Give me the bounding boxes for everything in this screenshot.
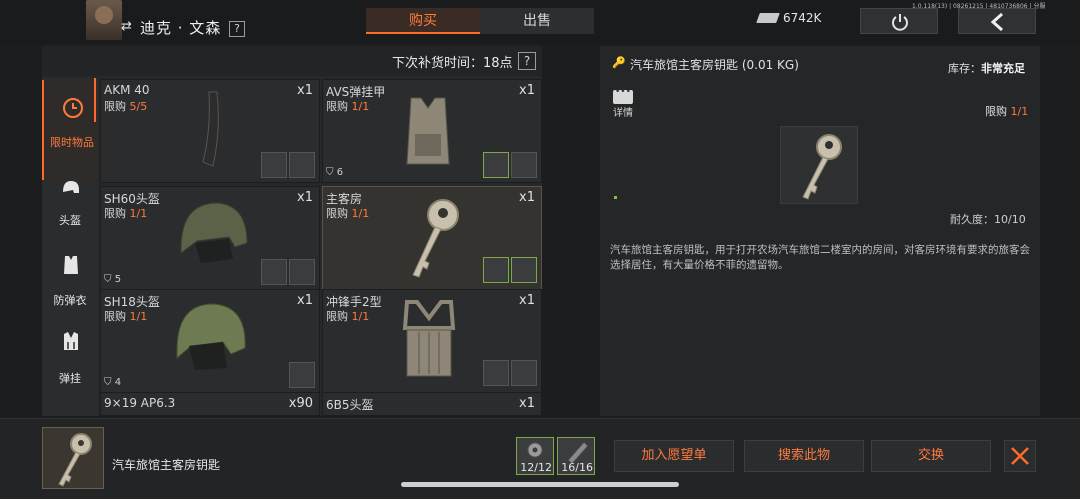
- required-item-slot[interactable]: [511, 257, 537, 283]
- armor-level: ⛉ 5: [104, 274, 122, 285]
- shop-item-sh60-helmet[interactable]: SH60头盔 限购 1/1 x1 ⛉ 5: [100, 186, 320, 290]
- category-scroll-indicator: [94, 78, 96, 122]
- durability: 耐久度：10/10: [950, 213, 1026, 226]
- item-quantity: x1: [297, 293, 313, 308]
- key-icon: 🔑: [612, 56, 626, 69]
- required-item-slot[interactable]: [289, 362, 315, 388]
- cost-item-slot[interactable]: 12/12: [516, 437, 554, 475]
- category-rig[interactable]: 弹挂: [42, 330, 98, 386]
- money-icon: [756, 13, 780, 23]
- item-name: 9×19 AP6.3: [104, 396, 176, 410]
- cost-count: 12/12: [520, 461, 552, 474]
- vest-icon: [64, 256, 78, 274]
- category-vest[interactable]: 防弹衣: [42, 254, 98, 310]
- shop-item-guest-room-key[interactable]: 主客房 限购 1/1 x1: [322, 186, 542, 290]
- item-detail-panel: [600, 46, 1040, 416]
- tab-sell[interactable]: 出售: [480, 8, 594, 34]
- required-item-slot[interactable]: [289, 152, 315, 178]
- magazine-icon: [202, 91, 219, 167]
- required-item-slot[interactable]: [483, 152, 509, 178]
- item-quantity: x1: [297, 190, 313, 205]
- shop-item-6b5-helmet[interactable]: 6B5头盔 x1: [322, 392, 542, 416]
- category-limited[interactable]: 限时物品: [42, 80, 98, 180]
- shop-item-sh18-helmet[interactable]: SH18头盔 限购 1/1 x1 ⛉ 4: [100, 289, 320, 393]
- item-limit: 限购 1/1: [104, 207, 148, 220]
- back-button[interactable]: [958, 8, 1036, 34]
- armor-level: ⛉ 4: [104, 377, 122, 388]
- required-item-slot[interactable]: [483, 257, 509, 283]
- search-item-button[interactable]: 搜索此物: [744, 440, 864, 472]
- restock-time: 下次补货时间：18点: [392, 56, 513, 71]
- item-quantity: x1: [519, 190, 535, 205]
- close-button[interactable]: [1004, 440, 1036, 472]
- chest-rig-art: [402, 300, 456, 377]
- selected-item-thumbnail: [42, 427, 104, 489]
- details-button-label[interactable]: 详情: [613, 104, 633, 119]
- category-label: 限时物品: [50, 136, 94, 149]
- cost-count: 16/16: [561, 461, 593, 474]
- required-item-slot[interactable]: [261, 152, 287, 178]
- back-arrow-icon: [990, 12, 1003, 32]
- trader-help-button[interactable]: ?: [229, 21, 245, 37]
- item-name: AKM 40: [104, 83, 150, 97]
- category-helmet[interactable]: 头盔: [42, 178, 98, 234]
- rig-icon: [64, 332, 78, 350]
- item-limit: 限购 1/1: [326, 100, 370, 113]
- shop-item-assault-rig[interactable]: 冲锋手2型 限购 1/1 x1: [322, 289, 542, 393]
- tab-buy[interactable]: 购买: [366, 8, 480, 34]
- trader-avatar[interactable]: [86, 0, 122, 40]
- swap-trader-icon[interactable]: ⇄: [121, 19, 132, 34]
- cost-item-slot[interactable]: 16/16: [557, 437, 595, 475]
- required-item-slot[interactable]: [511, 360, 537, 386]
- category-label: 头盔: [59, 214, 81, 227]
- clock-icon: [63, 98, 83, 118]
- item-quantity: x90: [288, 396, 313, 411]
- detail-title: 汽车旅馆主客房钥匙 (0.01 KG): [630, 58, 799, 72]
- stock-status: 库存：非常充足: [948, 62, 1025, 75]
- required-item-slot[interactable]: [511, 152, 537, 178]
- armor-level: ⛉ 6: [326, 167, 344, 178]
- add-to-wishlist-button[interactable]: 加入愿望单: [614, 440, 734, 472]
- item-preview: [780, 126, 858, 204]
- details-icon[interactable]: [613, 87, 633, 104]
- trader-name: 迪克 · 文森: [140, 19, 222, 37]
- helmet-art: [176, 303, 246, 370]
- item-limit: 限购 1/1: [104, 310, 148, 323]
- power-icon: [892, 14, 908, 31]
- selected-item-name: 汽车旅馆主客房钥匙: [112, 458, 221, 472]
- item-limit: 限购 1/1: [326, 207, 370, 220]
- category-label: 弹挂: [59, 372, 81, 385]
- key-thumb-icon: [58, 433, 92, 487]
- category-label: 防弹衣: [53, 294, 87, 307]
- shop-item-9x19-ammo[interactable]: 9×19 AP6.3 x90: [100, 392, 320, 416]
- item-quantity: x1: [297, 83, 313, 98]
- key-art: [412, 199, 459, 278]
- item-quantity: x1: [519, 396, 535, 411]
- helmet-art: [180, 202, 248, 263]
- plate-carrier-icon: [406, 97, 450, 165]
- item-limit: 限购 5/5: [104, 100, 148, 113]
- key-preview-icon: [802, 134, 842, 200]
- power-button[interactable]: [860, 8, 938, 34]
- money-balance: 6742K: [783, 11, 822, 25]
- home-indicator[interactable]: [401, 482, 679, 487]
- required-item-slot[interactable]: [289, 259, 315, 285]
- restock-help-button[interactable]: ?: [518, 52, 536, 70]
- helmet-icon: [63, 181, 79, 193]
- required-item-slot[interactable]: [261, 259, 287, 285]
- item-description: 汽车旅馆主客房钥匙，用于打开农场汽车旅馆二楼室内的房间，对客房环境有要求的旅客会…: [610, 244, 1030, 271]
- item-quantity: x1: [519, 293, 535, 308]
- shop-item-avs-rig[interactable]: AVS弹挂甲 限购 1/1 x1 ⛉ 6: [322, 79, 542, 183]
- item-limit: 限购 1/1: [326, 310, 370, 323]
- required-item-slot[interactable]: [483, 360, 509, 386]
- status-dot: [614, 196, 617, 199]
- close-icon: [1011, 447, 1029, 465]
- shop-item-akm-mag[interactable]: AKM 40 限购 5/5 x1: [100, 79, 320, 183]
- item-name: 6B5头盔: [326, 398, 374, 412]
- item-quantity: x1: [519, 83, 535, 98]
- detail-limit: 限购 1/1: [985, 105, 1029, 118]
- exchange-button[interactable]: 交换: [871, 440, 991, 472]
